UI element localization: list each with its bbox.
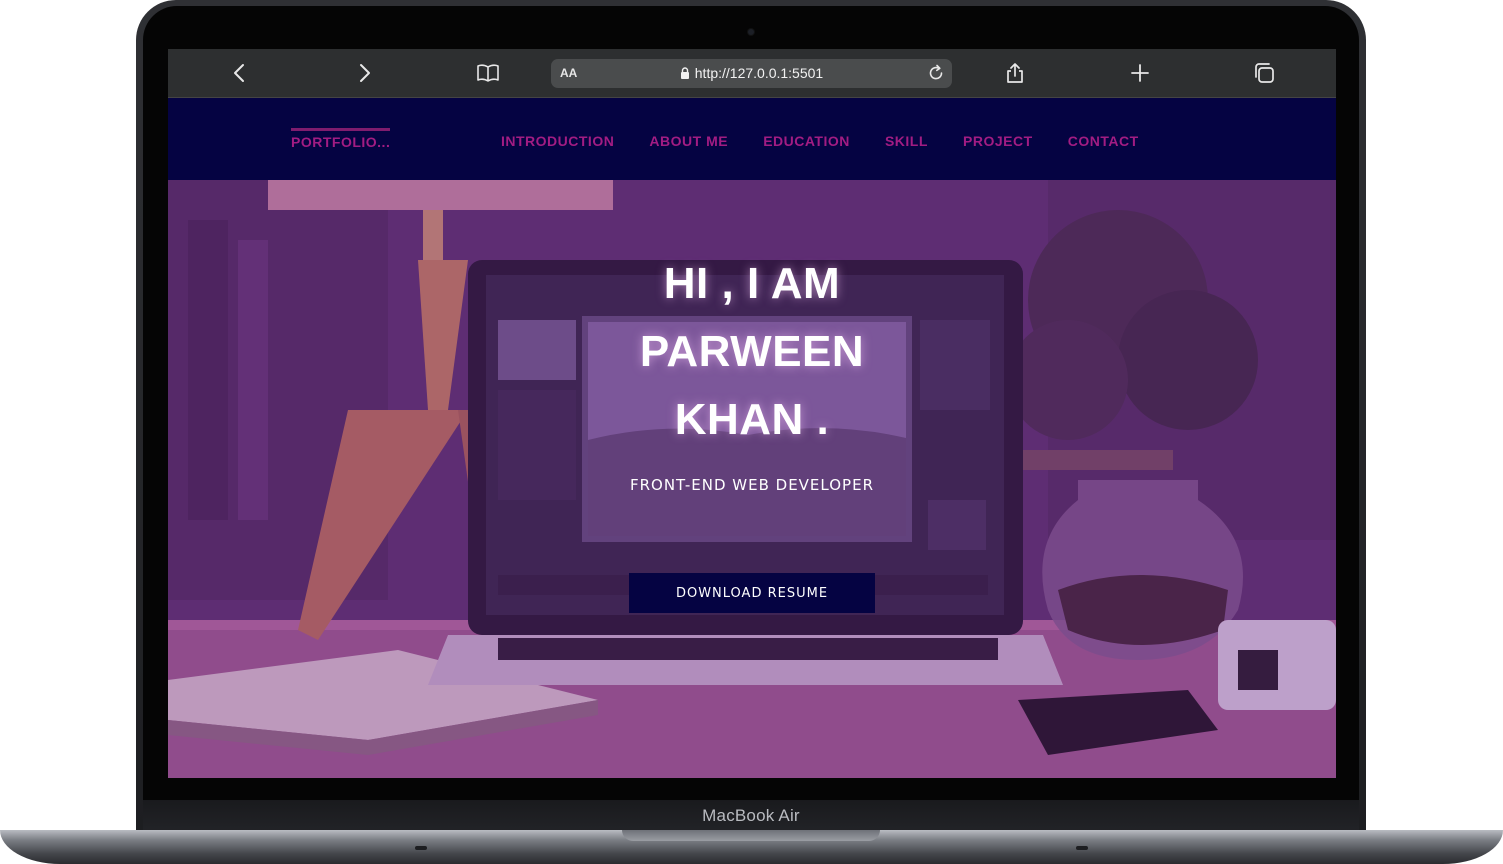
laptop-notch [622, 830, 880, 841]
nav-contact[interactable]: CONTACT [1068, 133, 1139, 149]
model-label: MacBook Air [702, 806, 800, 825]
bookmarks-icon[interactable] [476, 61, 500, 85]
nav-introduction[interactable]: INTRODUCTION [501, 133, 614, 149]
laptop-foot [415, 846, 427, 850]
site-navbar: PORTFOLIO... INTRODUCTION ABOUT ME EDUCA… [168, 98, 1336, 180]
hero-title: HI , I AM PARWEEN KHAN . [552, 250, 952, 454]
new-tab-icon[interactable] [1128, 61, 1152, 85]
screen: AA http://127.0.0.1:5501 PORTFOLIO... IN… [168, 49, 1336, 778]
reload-icon[interactable] [926, 63, 946, 83]
tabs-icon[interactable] [1252, 61, 1276, 85]
nav-about-me[interactable]: ABOUT ME [649, 133, 728, 149]
share-icon[interactable] [1003, 61, 1027, 85]
hero-title-line-3: KHAN . [674, 395, 830, 444]
nav-education[interactable]: EDUCATION [763, 133, 850, 149]
site-logo[interactable]: PORTFOLIO... [291, 128, 391, 150]
back-icon[interactable] [228, 61, 252, 85]
nav-project[interactable]: PROJECT [963, 133, 1033, 149]
download-resume-button[interactable]: DOWNLOAD RESUME [629, 573, 875, 613]
nav-links: INTRODUCTION ABOUT ME EDUCATION SKILL PR… [501, 131, 1169, 151]
camera-icon [748, 29, 754, 35]
forward-icon[interactable] [352, 61, 376, 85]
hero-title-line-2: PARWEEN [639, 327, 865, 376]
laptop-mockup: AA http://127.0.0.1:5501 PORTFOLIO... IN… [0, 0, 1503, 864]
browser-toolbar: AA http://127.0.0.1:5501 [168, 49, 1336, 98]
lock-icon [680, 67, 689, 79]
laptop-foot [1076, 846, 1088, 850]
hero-subtitle: FRONT-END WEB DEVELOPER [629, 476, 874, 494]
nav-skill[interactable]: SKILL [885, 133, 928, 149]
address-bar[interactable]: AA http://127.0.0.1:5501 [551, 59, 952, 88]
hero-title-line-1: HI , I AM [663, 259, 841, 308]
url-text: http://127.0.0.1:5501 [694, 65, 824, 81]
hero-section: HI , I AM PARWEEN KHAN . FRONT-END WEB D… [168, 180, 1336, 778]
